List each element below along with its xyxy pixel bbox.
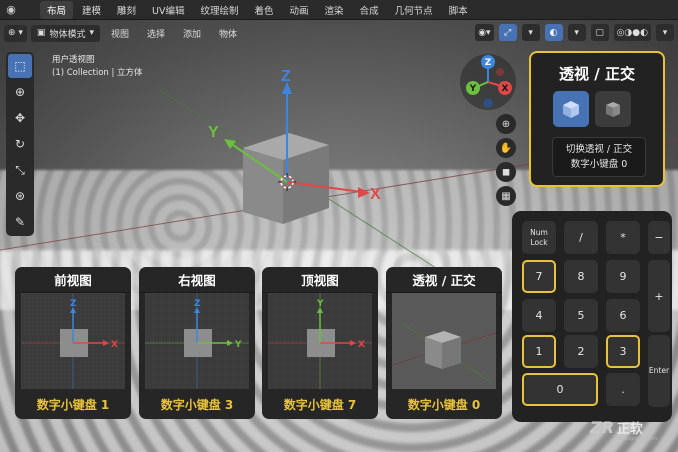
view-panel[interactable]: 前视图 Z X 数字小键盘 1 (15, 267, 131, 419)
panel-axis-vertical: Z (194, 299, 201, 309)
mode-label: 物体模式 (49, 29, 86, 40)
shading-modes-icon[interactable]: ◎◑●◐ (613, 24, 651, 41)
menu-object[interactable]: 物体 (212, 27, 244, 40)
pan-hand-icon[interactable]: ✋ (496, 138, 516, 158)
menu-add[interactable]: 添加 (176, 27, 208, 40)
numpad-key[interactable]: 9 (606, 260, 640, 293)
move-icon[interactable]: ✥ (8, 106, 32, 130)
xray-toggle-icon[interactable]: ▢ (590, 24, 609, 41)
panel-axis-vertical: Y (316, 299, 324, 309)
gizmo-toggle-icon[interactable]: ⤢ (498, 24, 517, 41)
navigation-buttons: ⊕ ✋ ◼ ▦ (496, 114, 516, 206)
gizmo-z[interactable]: Z (485, 58, 492, 68)
brand-logo: ZR (590, 418, 614, 437)
grid-icon[interactable]: ▦ (496, 186, 516, 206)
numpad-key[interactable]: Num Lock (522, 221, 556, 254)
numpad-key[interactable]: + (648, 260, 670, 332)
axis-z-label: Z (281, 68, 291, 85)
zoom-icon[interactable]: ⊕ (496, 114, 516, 134)
perspective-callout: 透视 / 正交 切换透视 / 正交 数字小键盘 0 (529, 51, 665, 187)
numpad-key[interactable]: * (606, 221, 640, 254)
panel-shortcut: 数字小键盘 0 (407, 397, 481, 412)
mode-select[interactable]: ▣ 物体模式 ▾ (30, 24, 100, 42)
cursor-icon[interactable]: ⊕ (8, 80, 32, 104)
viewport-info: 用户透视图 (1) Collection | 立方体 (52, 54, 143, 80)
navigation-gizmo[interactable]: Z Y X (460, 54, 516, 110)
numpad-key[interactable]: 7 (522, 260, 556, 293)
numpad-key[interactable]: 3 (606, 335, 640, 368)
object-mode-icon: ▣ (36, 28, 46, 38)
view-panel[interactable]: 右视图 Z Y 数字小键盘 3 (139, 267, 255, 419)
numpad-key[interactable]: 2 (564, 335, 598, 368)
shading-menu-chevron-icon[interactable]: ▾ (656, 24, 674, 41)
gizmo-x[interactable]: X (502, 84, 509, 94)
rotate-icon[interactable]: ↻ (8, 132, 32, 156)
panel-title: 透视 / 正交 (386, 267, 502, 293)
scale-icon[interactable]: ⤡ (8, 158, 32, 182)
numpad-key[interactable]: 5 (564, 299, 598, 332)
panel-axis-horizontal: Y (234, 340, 242, 350)
panel-shortcut: 数字小键盘 3 (160, 397, 234, 412)
view-panel[interactable]: 透视 / 正交 数字小键盘 0 (386, 267, 502, 419)
overlay-menu-chevron-icon[interactable]: ▾ (567, 24, 586, 41)
camera-icon[interactable]: ◼ (496, 162, 516, 182)
perspective-toggle-icon[interactable] (553, 91, 589, 127)
panel-axis-horizontal: X (358, 340, 365, 350)
numpad-key[interactable]: / (564, 221, 598, 254)
brand-watermark: ZR 正软 zhengruan.com (590, 418, 657, 442)
numpad-key[interactable]: 0 (522, 373, 598, 406)
brand-url: zhengruan.com (618, 436, 657, 442)
brand-name: 正软 (616, 422, 643, 437)
tooltip-line2: 数字小键盘 0 (570, 159, 628, 170)
callout-title: 透视 / 正交 (559, 65, 635, 83)
panel-preview: Z X (21, 293, 125, 389)
transform-icon[interactable]: ⊛ (8, 184, 32, 208)
numpad-key[interactable]: − (648, 221, 670, 254)
annotate-icon[interactable]: ✎ (8, 210, 32, 234)
menu-select[interactable]: 选择 (140, 27, 172, 40)
visibility-icon[interactable]: ◉▾ (475, 24, 494, 41)
panel-preview: Y X (268, 293, 372, 389)
editor-type-button[interactable]: ⊕ ▾ (4, 24, 27, 42)
numpad-key[interactable]: Enter (648, 335, 670, 407)
view-name: 用户透视图 (52, 55, 95, 65)
panel-shortcut: 数字小键盘 7 (283, 397, 357, 412)
collection-object-name: (1) Collection | 立方体 (52, 68, 143, 78)
panel-title: 右视图 (139, 267, 255, 293)
tool-shelf: ⬚ ⊕ ✥ ↻ ⤡ ⊛ ✎ (6, 52, 34, 236)
view-panel[interactable]: 顶视图 Y X 数字小键盘 7 (262, 267, 378, 419)
axis-y-label: Y (208, 124, 219, 141)
select-box-icon[interactable]: ⬚ (8, 54, 32, 78)
blender-window: ◉ 布局 建模 雕刻 UV编辑 纹理绘制 着色 动画 渲染 合成 几何节点 脚本 Z X Y (0, 0, 678, 452)
panel-title: 前视图 (15, 267, 131, 293)
numpad-key[interactable]: 8 (564, 260, 598, 293)
callout-tooltip: 切换透视 / 正交 数字小键盘 0 (552, 137, 646, 177)
numpad-key[interactable]: 4 (522, 299, 556, 332)
panel-title: 顶视图 (262, 267, 378, 293)
numpad-key[interactable]: 1 (522, 335, 556, 368)
viewport-header-right: ◉▾ ⤢ ▾ ◐ ▾ ▢ ◎◑●◐ ▾ (475, 24, 674, 41)
numpad-key[interactable]: . (606, 373, 640, 406)
numpad: Num Lock / * − 7 8 9 +4 5 6 1 2 3 Enter 0. (512, 211, 672, 422)
panel-preview (392, 293, 496, 389)
chevron-down-icon: ▾ (89, 28, 94, 38)
panel-axis-vertical: Z (70, 299, 77, 309)
tooltip-line1: 切换透视 / 正交 (565, 144, 633, 155)
panel-axis-horizontal: X (111, 340, 118, 350)
orthographic-toggle-icon[interactable] (595, 91, 631, 127)
menu-view[interactable]: 视图 (104, 27, 136, 40)
gizmo-menu-chevron-icon[interactable]: ▾ (521, 24, 540, 41)
overlay-toggle-icon[interactable]: ◐ (544, 24, 563, 41)
axis-x-label: X (370, 186, 381, 203)
panel-shortcut: 数字小键盘 1 (36, 397, 110, 412)
panel-preview: Z Y (145, 293, 249, 389)
numpad-key[interactable]: 6 (606, 299, 640, 332)
gizmo-y[interactable]: Y (469, 84, 477, 94)
